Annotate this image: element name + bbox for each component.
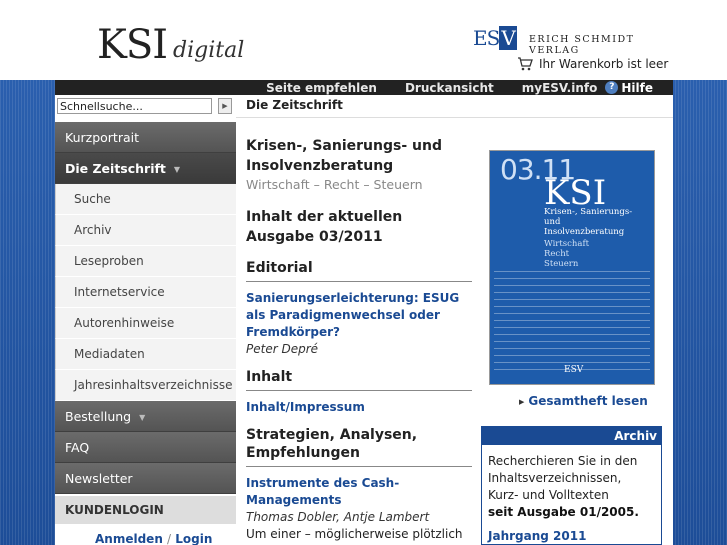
customer-login-heading: KUNDENLOGIN <box>55 496 236 524</box>
help-label: Hilfe <box>621 80 653 95</box>
register-link[interactable]: Anmelden <box>95 532 163 545</box>
triangle-right-icon: ▶ <box>519 397 525 406</box>
sidebar-item-die-zeitschrift[interactable]: Die Zeitschrift ▼ <box>55 153 236 184</box>
issue-cover-image[interactable]: 03.11 KSI Krisen-, Sanierungs- und Insol… <box>489 150 655 385</box>
sidebar-item-suche[interactable]: Suche <box>55 184 236 215</box>
esv-logo-es: ES <box>473 26 500 50</box>
editorial-heading: Editorial <box>246 259 472 282</box>
read-full-issue-link[interactable]: ▶ Gesamtheft lesen <box>519 394 648 408</box>
archive-description: Recherchieren Sie in den Inhaltsverzeich… <box>488 454 638 502</box>
cover-table-of-contents <box>494 271 650 371</box>
sidebar-item-leseproben[interactable]: Leseproben <box>55 246 236 277</box>
sidebar-item-jahresinhaltsverzeichnisse[interactable]: Jahresinhaltsverzeichnisse <box>55 370 236 401</box>
chevron-down-icon: ▼ <box>139 413 146 422</box>
sidebar-item-internetservice[interactable]: Internetservice <box>55 277 236 308</box>
sidebar-item-mediadaten[interactable]: Mediadaten <box>55 339 236 370</box>
header: KSI digital ES V ERICH SCHMIDT VERLAG Ihr… <box>55 18 673 80</box>
cover-topic: Steuern <box>544 259 579 269</box>
cart-text: Ihr Warenkorb ist leer <box>539 57 669 71</box>
search-row: ▶ Die Zeitschrift <box>55 95 673 118</box>
read-full-issue-label: Gesamtheft lesen <box>528 394 648 408</box>
ksi-logo[interactable]: KSI <box>97 22 168 68</box>
journal-subtitle: Wirtschaft – Recht – Steuern <box>246 177 423 192</box>
cover-subtitle: Krisen-, Sanierungs- und Insolvenzberatu… <box>544 207 632 237</box>
cover-subtitle-line: Insolvenzberatung <box>544 227 625 237</box>
inhalt-heading: Inhalt <box>246 368 472 391</box>
sidebar-item-newsletter[interactable]: Newsletter <box>55 463 236 494</box>
help-link[interactable]: ? Hilfe <box>605 81 653 95</box>
cover-topic: Wirtschaft <box>544 239 590 249</box>
sidebar-item-bestellung[interactable]: Bestellung ▼ <box>55 401 236 432</box>
page-container: KSI digital ES V ERICH SCHMIDT VERLAG Ihr… <box>55 18 673 545</box>
inhalt-impressum-link[interactable]: Inhalt/Impressum <box>246 399 472 416</box>
cover-subtitle-line: Krisen-, Sanierungs- <box>544 207 633 217</box>
recommend-page-link[interactable]: Seite empfehlen <box>266 81 377 95</box>
login-separator: / <box>167 532 172 545</box>
login-links: Anmelden / Login <box>55 524 236 545</box>
main-content: Krisen-, Sanierungs- und Insolvenzberatu… <box>246 136 472 545</box>
sidebar-item-faq[interactable]: FAQ <box>55 432 236 463</box>
cover-topics: Wirtschaft Recht Steuern <box>544 239 589 269</box>
cover-topic: Recht <box>544 249 570 259</box>
divider <box>236 117 673 118</box>
quick-search-input[interactable] <box>57 98 212 114</box>
my-esv-link[interactable]: myESV.info <box>522 81 598 95</box>
esv-logo-v: V <box>499 26 517 50</box>
sidebar-item-label: Bestellung <box>65 409 132 424</box>
cover-publisher-logo: ESV <box>564 365 584 375</box>
archive-box-heading[interactable]: Archiv <box>482 427 661 445</box>
sidebar-item-archiv[interactable]: Archiv <box>55 215 236 246</box>
editorial-article-link[interactable]: Sanierungserleichterung: ESUG als Paradi… <box>246 290 472 341</box>
journal-title: Krisen-, Sanierungs- und Insolvenzberatu… <box>246 138 442 174</box>
cart-icon <box>517 57 533 71</box>
archive-box-text: Recherchieren Sie in den Inhaltsverzeich… <box>482 445 661 529</box>
publisher-name[interactable]: ERICH SCHMIDT VERLAG <box>529 34 673 56</box>
archive-since: seit Ausgabe 01/2005. <box>488 505 639 519</box>
page-title: Die Zeitschrift <box>246 98 343 112</box>
print-view-link[interactable]: Druckansicht <box>405 81 494 95</box>
sidebar-item-label: Die Zeitschrift <box>65 161 166 176</box>
editorial-author: Peter Depré <box>246 342 319 356</box>
strategien-heading: Strategien, Analysen, Empfehlungen <box>246 426 472 467</box>
ksi-logo-digital[interactable]: digital <box>173 38 244 63</box>
strategien-article-link[interactable]: Instrumente des Cash-Managements <box>246 475 472 509</box>
esv-logo[interactable]: ES V <box>473 26 517 50</box>
strategien-author: Thomas Dobler, Antje Lambert <box>246 510 430 524</box>
cart-status[interactable]: Ihr Warenkorb ist leer <box>517 57 668 71</box>
login-link[interactable]: Login <box>175 532 212 545</box>
search-submit-button[interactable]: ▶ <box>218 98 232 114</box>
chevron-down-icon: ▼ <box>173 165 181 174</box>
strategien-teaser: Um einer – möglicherweise plötzlich auft… <box>246 527 463 545</box>
cover-subtitle-line: und <box>544 217 561 227</box>
sidebar-item-autorenhinweise[interactable]: Autorenhinweise <box>55 308 236 339</box>
sidebar-item-kurzportrait[interactable]: Kurzportrait <box>55 122 236 153</box>
archive-year-link[interactable]: Jahrgang 2011 <box>482 529 661 543</box>
top-navigation-bar: Seite empfehlen Druckansicht myESV.info … <box>55 80 673 95</box>
sidebar: Kurzportrait Die Zeitschrift ▼ Suche Arch… <box>55 122 236 545</box>
issue-title: Inhalt der aktuellen Ausgabe 03/2011 <box>246 209 403 245</box>
help-icon: ? <box>605 81 619 94</box>
archive-box: Archiv Recherchieren Sie in den Inhaltsv… <box>481 426 662 545</box>
